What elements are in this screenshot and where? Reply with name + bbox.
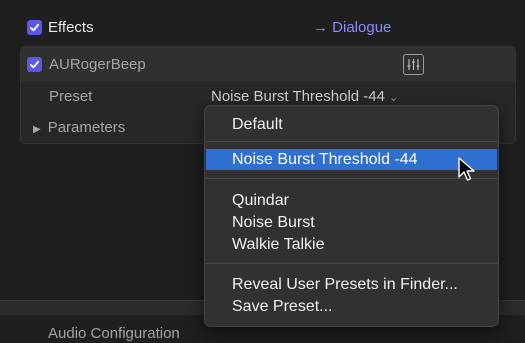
mouse-pointer-icon [458,157,475,181]
disclosure-triangle-icon: ▶ [33,124,41,135]
effect-settings-icon[interactable] [403,54,424,75]
menu-item-reveal-user-presets[interactable]: Reveal User Presets in Finder... [206,274,497,295]
menu-item-quindar[interactable]: Quindar [206,190,497,211]
menu-item-noise-burst-threshold[interactable]: Noise Burst Threshold -44 [206,149,497,170]
menu-separator [206,141,497,142]
menu-item-walkie-talkie[interactable]: Walkie Talkie [206,234,497,255]
parameters-label: Parameters [47,119,126,136]
effects-label: Effects [48,19,94,36]
checkmark-icon [29,60,40,69]
chevron-down-icon: ⌄ [388,92,399,104]
dialogue-role-label: → Dialogue [313,19,392,36]
menu-item-save-preset[interactable]: Save Preset... [206,296,497,317]
preset-popup[interactable]: Noise Burst Threshold -44 ⌄ [211,88,398,105]
effect-enable-checkbox[interactable] [27,57,42,72]
effects-header: Effects → Dialogue [0,0,525,40]
effect-header: AURogerBeep [21,47,515,82]
parameters-disclosure[interactable]: ▶ Parameters [33,119,125,136]
effects-checkbox[interactable] [27,20,42,35]
menu-separator [206,263,497,264]
preset-value: Noise Burst Threshold -44 [211,88,385,105]
menu-item-noise-burst[interactable]: Noise Burst [206,212,497,233]
menu-separator [206,178,497,179]
audio-configuration-label: Audio Configuration [48,325,180,342]
preset-label: Preset [49,88,93,105]
menu-item-default[interactable]: Default [206,114,497,135]
checkmark-icon [29,23,40,32]
preset-menu: Default Noise Burst Threshold -44 Quinda… [204,105,499,327]
effect-name: AURogerBeep [49,56,146,73]
